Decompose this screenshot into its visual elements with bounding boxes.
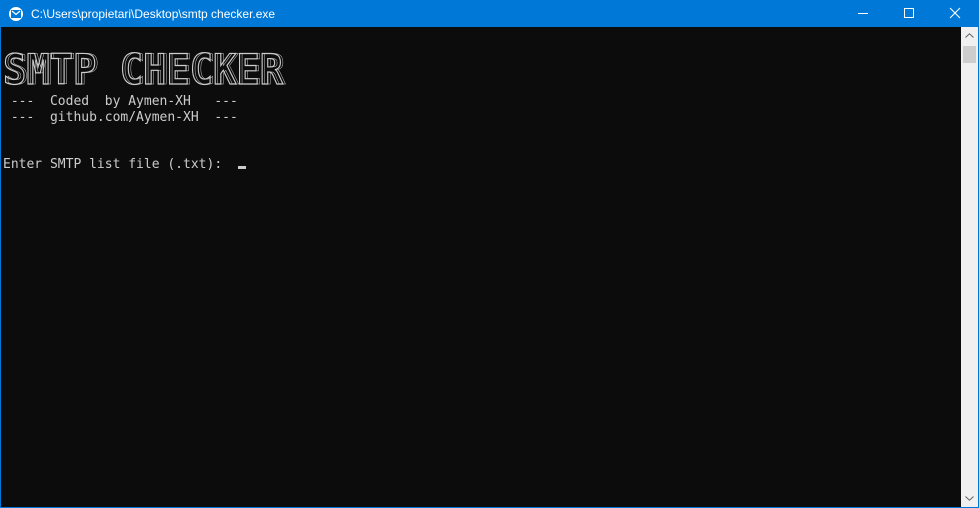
minimize-icon xyxy=(858,13,868,14)
scrollbar-thumb[interactable] xyxy=(963,46,976,63)
console-app-icon[interactable] xyxy=(9,7,23,21)
console-window: C:\Users\propietari\Desktop\smtp checker… xyxy=(0,0,979,508)
window-title: C:\Users\propietari\Desktop\smtp checker… xyxy=(31,7,276,21)
arrow-down-icon xyxy=(965,496,974,501)
maximize-button[interactable] xyxy=(886,1,932,27)
scroll-down-button[interactable] xyxy=(961,490,978,507)
scroll-up-button[interactable] xyxy=(961,27,978,44)
minimize-button[interactable] xyxy=(840,1,886,27)
vertical-scrollbar[interactable] xyxy=(961,27,978,507)
banner-outline: SMTP CHECKER xyxy=(6,47,287,91)
github-line: --- github.com/Aymen-XH --- xyxy=(3,110,238,125)
text-cursor xyxy=(237,166,246,169)
close-button[interactable] xyxy=(932,1,978,27)
maximize-icon xyxy=(904,8,914,18)
smtp-checker-banner: SMTP CHECKER SMTP CHECKER xyxy=(3,47,287,91)
close-icon xyxy=(949,7,961,19)
console-output[interactable]: SMTP CHECKER SMTP CHECKER --- Coded by A… xyxy=(1,27,961,507)
arrow-up-icon xyxy=(965,33,974,38)
prompt-text: Enter SMTP list file (.txt): xyxy=(3,157,230,172)
input-prompt[interactable]: Enter SMTP list file (.txt): xyxy=(3,157,246,173)
coded-by-line: --- Coded by Aymen-XH --- xyxy=(3,94,238,109)
title-bar[interactable]: C:\Users\propietari\Desktop\smtp checker… xyxy=(1,1,978,27)
